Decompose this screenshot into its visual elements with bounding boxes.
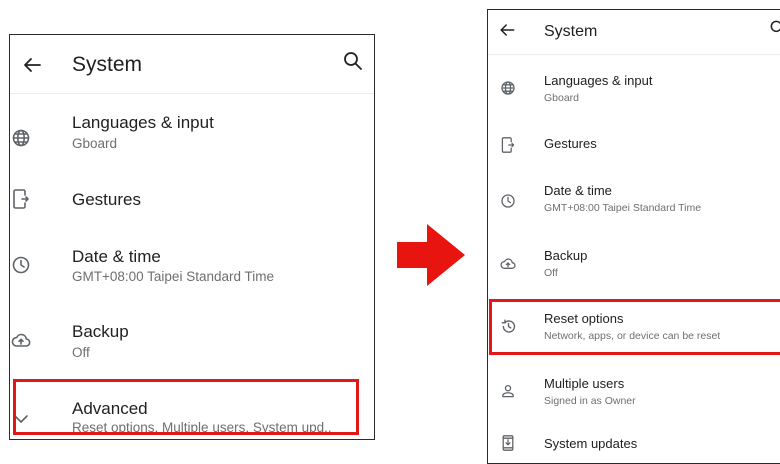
page-title: System xyxy=(544,23,598,40)
item-title: Languages & input xyxy=(72,113,214,132)
item-title: Backup xyxy=(72,322,129,341)
item-title: Gestures xyxy=(544,136,597,151)
clock-icon xyxy=(501,194,515,208)
item-title: System updates xyxy=(544,436,638,451)
globe-icon xyxy=(12,129,30,147)
highlight-reset-options xyxy=(489,299,780,355)
gestures-icon xyxy=(501,137,515,153)
globe-icon xyxy=(501,81,515,95)
cloud-upload-icon xyxy=(11,333,31,347)
cloud-upload-icon xyxy=(500,258,516,269)
back-arrow-icon[interactable] xyxy=(20,53,44,77)
item-subtitle: Off xyxy=(72,345,90,360)
item-title: Multiple users xyxy=(544,376,625,391)
item-title: Languages & input xyxy=(544,73,653,88)
system-update-icon xyxy=(502,435,514,451)
item-subtitle: GMT+08:00 Taipei Standard Time xyxy=(72,269,274,284)
search-icon[interactable] xyxy=(341,49,365,73)
item-title: Date & time xyxy=(72,247,161,266)
item-title: Date & time xyxy=(544,183,612,198)
right-arrow-icon xyxy=(397,224,465,286)
page-title: System xyxy=(72,53,143,76)
item-subtitle: Gboard xyxy=(544,92,580,104)
divider xyxy=(10,93,374,94)
item-subtitle: Signed in as Owner xyxy=(544,395,636,407)
person-icon xyxy=(502,384,514,398)
item-title: Backup xyxy=(544,248,588,263)
item-subtitle: Gboard xyxy=(72,136,118,151)
clock-icon xyxy=(12,256,30,274)
item-subtitle: GMT+08:00 Taipei Standard Time xyxy=(544,202,702,214)
item-title: Gestures xyxy=(72,190,141,209)
divider xyxy=(488,54,780,55)
highlight-advanced xyxy=(13,379,359,435)
item-subtitle: Off xyxy=(544,267,558,279)
settings-screen-after: System Languages & input Gboard Gestures… xyxy=(487,9,780,464)
search-icon[interactable] xyxy=(768,18,780,38)
back-arrow-icon[interactable] xyxy=(497,20,517,40)
gestures-icon xyxy=(13,189,29,209)
